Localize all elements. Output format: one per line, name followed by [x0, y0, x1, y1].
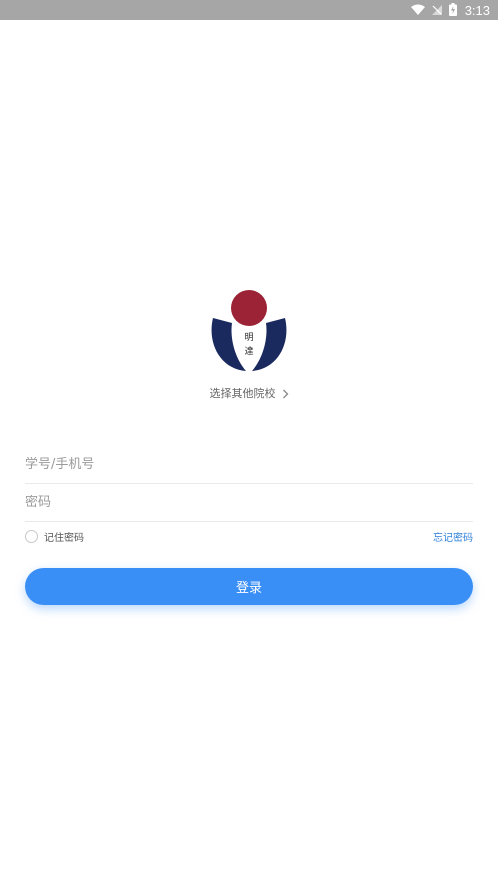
password-field: [25, 483, 473, 522]
signal-off-icon: [431, 1, 443, 20]
select-school-label: 选择其他院校: [209, 387, 276, 400]
remember-password-label: 记住密码: [44, 532, 84, 544]
forgot-password-link[interactable]: 忘记密码: [433, 527, 473, 545]
chevron-right-icon: [282, 384, 289, 403]
remember-password-checkbox[interactable]: 记住密码: [25, 527, 84, 545]
login-button[interactable]: 登录: [25, 568, 473, 605]
username-input[interactable]: [25, 456, 473, 472]
school-logo: 明 達: [210, 289, 288, 375]
logo-char-2: 達: [244, 345, 253, 357]
password-input[interactable]: [25, 494, 473, 510]
battery-charging-icon: [448, 1, 457, 20]
logo-char-1: 明: [244, 332, 253, 343]
wifi-icon: [410, 1, 425, 20]
remember-radio-icon: [25, 529, 38, 543]
username-field: [25, 445, 473, 484]
logo-circle: [231, 290, 267, 326]
status-icons: 3:13: [410, 0, 490, 20]
select-school-link[interactable]: 选择其他院校: [0, 383, 498, 403]
status-bar: 3:13: [0, 0, 498, 20]
status-time: 3:13: [464, 2, 490, 18]
